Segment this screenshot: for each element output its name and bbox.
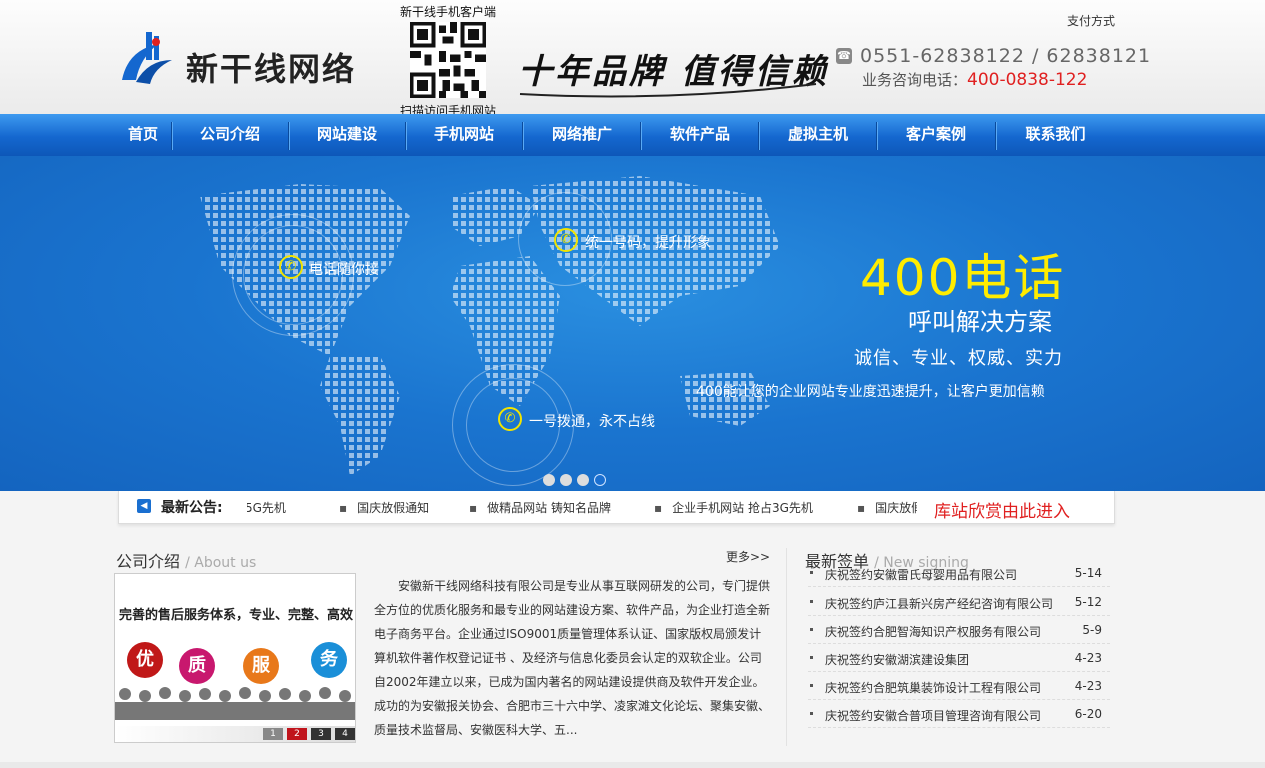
announcement-item[interactable]: 5G先机: [247, 499, 286, 516]
bubble-char: 质: [179, 648, 215, 684]
site-logo[interactable]: 新干线网络: [118, 30, 368, 90]
about-image-slideshow[interactable]: 完善的售后服务体系，专业、完整、高效 优 质 服 务 1 2 3 4: [114, 573, 356, 743]
phone-call-icon: ✆: [279, 255, 303, 279]
slide-dot[interactable]: [560, 474, 572, 486]
logo-icon: [122, 32, 172, 84]
nav-hosting[interactable]: 虚拟主机: [762, 114, 874, 156]
phone-call-icon: ✆: [498, 407, 522, 431]
nav-separator: [522, 122, 524, 150]
banner-description: 400能让您的企业网站专业度迅速提升，让客户更加信赖: [696, 384, 1045, 400]
pager-button[interactable]: 3: [311, 728, 331, 740]
phone-call-icon: ✆: [554, 228, 578, 252]
image-pager: 1 2 3 4: [115, 726, 355, 742]
signing-item[interactable]: 庆祝签约安徽湖滨建设集团 4-23: [808, 644, 1110, 672]
mobile-qr-block[interactable]: 新干线手机客户端 扫描访问手机网站: [388, 3, 508, 118]
speaker-icon: ◀: [137, 499, 151, 513]
nav-website-building[interactable]: 网站建设: [291, 114, 403, 156]
case-gallery-link[interactable]: 库站欣赏由此进入: [934, 497, 1070, 522]
banner-callout-3: 一号拨通，永不占线: [529, 414, 655, 430]
slide-dot[interactable]: [577, 474, 589, 486]
nav-cases[interactable]: 客户案例: [880, 114, 992, 156]
announcement-ticker: 5G先机 ▪ 国庆放假通知 ▪ 做精品网站 铸知名品牌 ▪ 企业手机网站 抢占3G先机…: [247, 491, 917, 523]
crowd-graphic: [115, 687, 355, 720]
nav-contact[interactable]: 联系我们: [998, 114, 1113, 156]
banner-callout-1: 电话随你接: [309, 262, 379, 278]
nav-separator: [876, 122, 878, 150]
signing-item[interactable]: 庆祝签约安徽雷氏母婴用品有限公司 5-14: [808, 567, 1110, 587]
about-section-title: 公司介绍 / About us: [116, 552, 257, 571]
site-header: 新干线网络 新干线手机客户端 扫描访问手机网站 十年品牌 值得信赖 ☎ 0551…: [0, 0, 1265, 118]
hotline: 业务咨询电话：400-0838-122: [862, 69, 1087, 90]
phone-numbers: 0551-62838122 / 62838121: [860, 45, 1152, 67]
pager-button[interactable]: 4: [335, 728, 355, 740]
phone-icon: ☎: [836, 48, 852, 64]
payment-methods-link[interactable]: 支付方式: [1067, 12, 1115, 29]
footer-strip: [0, 762, 1265, 768]
hotline-label: 业务咨询电话：: [862, 71, 968, 89]
bubble-char: 优: [127, 642, 163, 678]
signing-list: 庆祝签约安徽雷氏母婴用品有限公司 5-14 庆祝签约庐江县新兴房产经纪咨询有限公司…: [808, 567, 1110, 737]
bubble-char: 服: [243, 648, 279, 684]
nav-home[interactable]: 首页: [118, 114, 168, 156]
pager-button-active[interactable]: 2: [287, 728, 307, 740]
hero-banner[interactable]: ✆ 电话随你接 ✆ 统一号码，提升形象 ✆ 一号拨通，永不占线 400电话 呼叫…: [0, 156, 1265, 491]
hotline-number: 400-0838-122: [967, 70, 1088, 90]
main-nav: 首页 公司介绍 网站建设 手机网站 网络推广 软件产品 虚拟主机 客户案例 联系…: [0, 114, 1265, 156]
banner-title: 400电话: [860, 249, 1066, 307]
banner-callout-2: 统一号码，提升形象: [585, 235, 711, 251]
announcement-bar: ◀ 最新公告: 5G先机 ▪ 国庆放假通知 ▪ 做精品网站 铸知名品牌 ▪ 企业手机网…: [118, 491, 1115, 524]
nav-separator: [995, 122, 997, 150]
signing-item[interactable]: 庆祝签约安徽合普项目管理咨询有限公司 6-20: [808, 700, 1110, 728]
signing-item[interactable]: 庆祝签约合肥筑巢装饰设计工程有限公司 4-23: [808, 672, 1110, 700]
nav-separator: [405, 122, 407, 150]
nav-separator: [171, 122, 173, 150]
banner-subtitle: 呼叫解决方案: [908, 308, 1052, 336]
nav-separator: [288, 122, 290, 150]
slogan-swoosh: [519, 83, 817, 98]
slide-dot-active[interactable]: [594, 474, 606, 486]
qr-top-label: 新干线手机客户端: [399, 5, 496, 19]
announcement-item[interactable]: ▪ 企业手机网站 抢占3G先机: [654, 499, 813, 516]
announcement-item[interactable]: ▪ 做精品网站 铸知名品牌: [469, 499, 611, 516]
nav-software[interactable]: 软件产品: [644, 114, 756, 156]
announcement-title: 最新公告:: [161, 500, 223, 516]
image-heading: 完善的售后服务体系，专业、完整、高效: [119, 608, 354, 623]
announcement-item[interactable]: ▪国庆放假: [857, 499, 917, 516]
nav-mobile-site[interactable]: 手机网站: [408, 114, 520, 156]
qr-code-icon: [410, 22, 486, 98]
nav-separator: [758, 122, 760, 150]
pager-button[interactable]: 1: [263, 728, 283, 740]
slide-indicators: [543, 471, 611, 490]
banner-tagline: 诚信、专业、权威、实力: [854, 348, 1063, 369]
nav-separator: [640, 122, 642, 150]
nav-marketing[interactable]: 网络推广: [526, 114, 638, 156]
announcement-item[interactable]: ▪ 国庆放假通知: [339, 499, 429, 516]
about-more-link[interactable]: 更多>>: [726, 548, 770, 565]
bubble-char: 务: [311, 642, 347, 678]
slide-dot[interactable]: [543, 474, 555, 486]
signing-item[interactable]: 庆祝签约合肥智海知识产权服务有限公司 5-9: [808, 616, 1110, 644]
logo-text: 新干线网络: [186, 50, 357, 88]
nav-about[interactable]: 公司介绍: [174, 114, 286, 156]
about-description: 安徽新干线网络科技有限公司是专业从事互联网研发的公司，专门提供全方位的优质化服务…: [374, 579, 771, 737]
section-divider: [786, 548, 787, 746]
signing-item[interactable]: 庆祝签约庐江县新兴房产经纪咨询有限公司 5-12: [808, 588, 1110, 616]
